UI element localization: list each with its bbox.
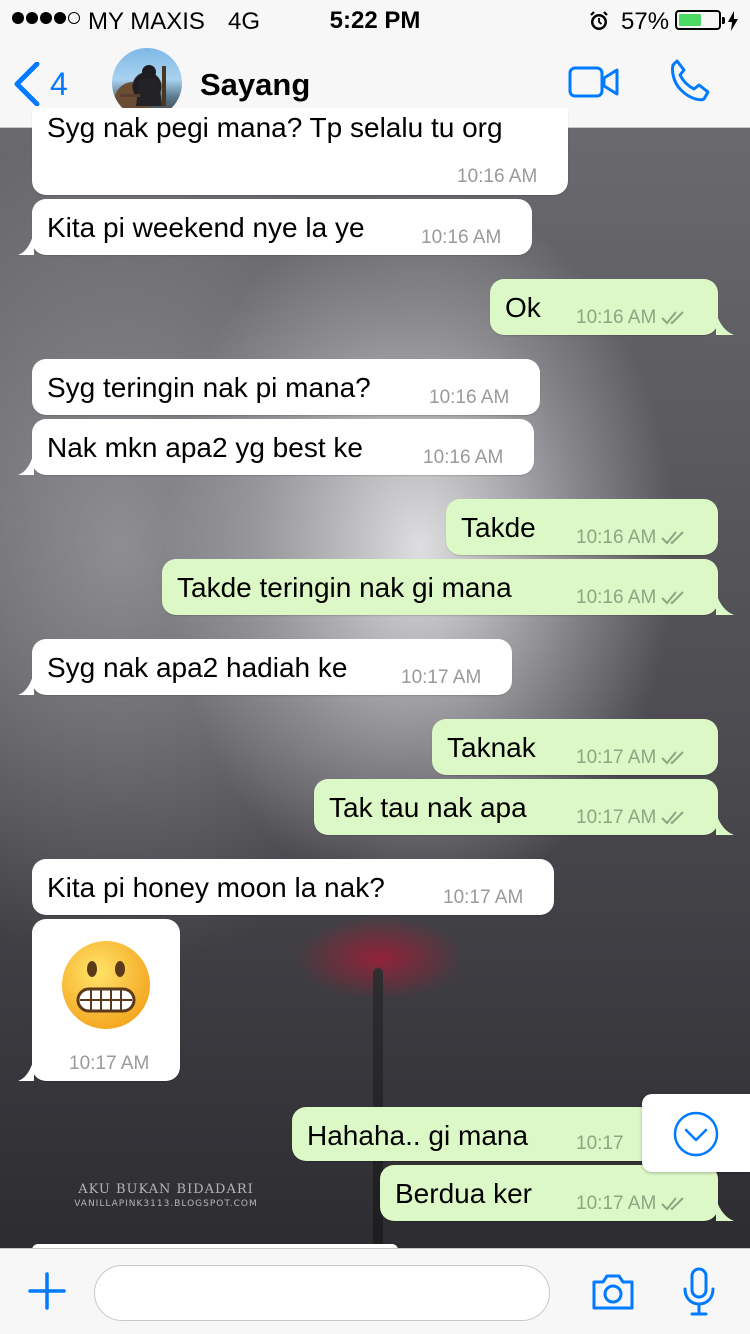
message-text: Nak mkn apa2 yg best ke — [47, 432, 363, 463]
back-chevron-icon — [14, 62, 40, 106]
grimacing-face-icon — [62, 941, 150, 1029]
bubble-tail — [18, 233, 34, 255]
bubble-tail — [18, 1059, 34, 1081]
message-bubble-incoming[interactable]: Nak mkn apa2 yg best ke 10:16 AM — [18, 419, 534, 475]
message-time: 10:16 AM — [457, 166, 538, 187]
double-check-icon — [661, 591, 684, 605]
message-text: Berdua ker — [395, 1178, 532, 1209]
message-time: 10:16 AM — [421, 227, 502, 248]
message-text: Tak tau nak apa — [329, 792, 527, 823]
phone-call-icon[interactable] — [667, 58, 713, 109]
back-button[interactable]: 4 — [14, 62, 68, 106]
double-check-icon — [661, 751, 684, 765]
double-check-icon — [661, 531, 684, 545]
bubble-tail — [18, 453, 34, 475]
message-bubble-outgoing[interactable]: Tak tau nak apa 10:17 AM — [314, 779, 734, 835]
message-text: Kita pi honey moon la nak? — [47, 872, 385, 903]
bubble-tail — [716, 313, 734, 335]
message-text: Syg teringin nak pi mana? — [47, 372, 371, 403]
input-bar — [0, 1248, 750, 1334]
message-text: Hahaha.. gi mana — [307, 1120, 529, 1151]
message-bubble-outgoing[interactable]: Ok 10:16 AM — [490, 279, 734, 335]
message-bubble-incoming[interactable]: Syg nak apa2 hadiah ke 10:17 AM — [18, 639, 512, 695]
message-time: 10:16 AM — [423, 447, 504, 468]
message-time: 10:16 AM — [429, 387, 510, 408]
message-time: 10:17 AM — [576, 747, 687, 769]
charging-bolt-icon — [727, 10, 739, 38]
message-bubble-outgoing[interactable]: Takde 10:16 AM — [446, 499, 718, 555]
message-bubble-outgoing[interactable]: Takde teringin nak gi mana 10:16 AM — [162, 559, 734, 615]
message-bubble-outgoing[interactable]: Taknak 10:17 AM — [432, 719, 718, 775]
chevron-down-icon — [673, 1111, 719, 1157]
message-time: 10:16 AM — [576, 587, 687, 609]
status-bar: MY MAXIS 4G 5:22 PM 57% — [0, 0, 750, 40]
microphone-icon[interactable] — [682, 1267, 716, 1322]
message-text: Taknak — [447, 732, 536, 763]
message-bubble-incoming[interactable]: 10:17 AM — [18, 919, 180, 1081]
battery-percentage: 57% — [621, 8, 670, 35]
message-time: 10:16 AM — [576, 527, 687, 549]
message-time: 10:17 — [576, 1133, 624, 1154]
unread-count: 4 — [50, 65, 68, 102]
contact-name[interactable]: Sayang — [200, 67, 310, 103]
message-time: 10:16 AM — [576, 307, 687, 329]
alarm-icon — [588, 10, 610, 39]
message-bubble-incoming[interactable]: Kita pi weekend nye la ye 10:16 AM — [18, 199, 532, 255]
message-time: 10:17 AM — [576, 807, 687, 829]
video-call-icon[interactable] — [568, 66, 620, 103]
bubble-tail — [716, 1199, 734, 1221]
double-check-icon — [661, 811, 684, 825]
bubble-tail — [716, 593, 734, 615]
message-bubble-incoming[interactable]: Kita pi honey moon la nak? 10:17 AM — [32, 859, 554, 915]
message-input[interactable] — [94, 1265, 550, 1321]
camera-icon[interactable] — [590, 1273, 636, 1316]
double-check-icon — [661, 1197, 684, 1211]
message-time: 10:17 AM — [443, 887, 524, 908]
message-text: Ok — [505, 292, 541, 323]
message-bubble-incoming[interactable]: Syg teringin nak pi mana? 10:16 AM — [32, 359, 540, 415]
scroll-to-bottom-button[interactable] — [642, 1094, 750, 1172]
message-time: 10:17 AM — [69, 1053, 150, 1074]
message-time: 10:17 AM — [576, 1193, 687, 1215]
message-text: Kita pi weekend nye la ye — [47, 212, 365, 243]
battery-icon — [675, 10, 725, 30]
message-text: Takde teringin nak gi mana — [177, 572, 512, 603]
message-bubble-outgoing[interactable]: Berdua ker 10:17 AM — [380, 1165, 734, 1221]
message-time: 10:17 AM — [401, 667, 482, 688]
message-bubble-incoming[interactable]: Syg nak pegi mana? Tp selalu tu org 10:1… — [32, 108, 568, 195]
message-text: Syg nak pegi mana? Tp selalu tu org — [47, 112, 503, 143]
plus-icon[interactable] — [27, 1271, 67, 1316]
message-text: Syg nak apa2 hadiah ke — [47, 652, 348, 683]
watermark: AKU BUKAN BIDADARI VANILLAPINK3113.BLOGS… — [74, 1182, 258, 1209]
message-text: Takde — [461, 512, 536, 543]
bubble-tail — [716, 813, 734, 835]
bubble-tail — [18, 673, 34, 695]
double-check-icon — [661, 311, 684, 325]
